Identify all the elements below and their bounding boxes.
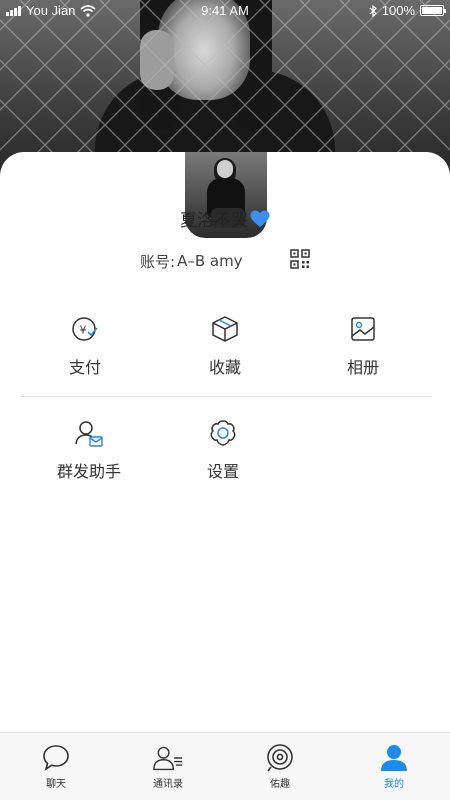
account-label: 账号: — [140, 252, 176, 271]
tab-me-label: 我的 — [384, 779, 404, 790]
account-id: A–B amy — [177, 252, 243, 270]
broadcast-assistant-icon — [75, 421, 103, 447]
qr-code-icon[interactable] — [290, 249, 310, 269]
feature-settings[interactable]: 设置 — [168, 418, 278, 482]
contacts-icon — [153, 746, 183, 771]
account-row: 账号: A–B amy — [140, 250, 243, 272]
settings-icon — [210, 420, 236, 446]
feature-favorites[interactable]: 收藏 — [170, 314, 280, 378]
tab-me[interactable]: 我的 — [338, 733, 450, 800]
feature-broadcast-assistant-label: 群发助手 — [56, 462, 121, 481]
tab-chat-label: 聊天 — [46, 779, 66, 790]
profile-nickname-row: 夏洛不哭 — [0, 206, 450, 231]
discover-icon — [267, 744, 293, 772]
tab-discover[interactable]: 佑趣 — [224, 733, 336, 800]
section-divider — [20, 396, 432, 397]
album-icon — [351, 317, 375, 341]
profile-nickname: 夏洛不哭 — [180, 211, 248, 231]
feature-favorites-label: 收藏 — [208, 358, 241, 377]
feature-settings-label: 设置 — [206, 462, 239, 481]
tab-chat[interactable]: 聊天 — [0, 733, 112, 800]
feature-album-label: 相册 — [346, 358, 379, 377]
svg-text:¥: ¥ — [80, 324, 87, 337]
status-bar: You Jian 9:41 AM 100% — [0, 0, 450, 20]
payment-icon: ¥ — [72, 317, 98, 341]
bluetooth-icon — [369, 4, 377, 17]
feature-album[interactable]: 相册 — [308, 314, 418, 378]
feature-payment-label: 支付 — [68, 358, 101, 377]
blue-heart-icon — [250, 210, 270, 227]
tab-contacts-label: 通讯录 — [153, 779, 183, 790]
me-icon — [381, 745, 407, 771]
tab-discover-label: 佑趣 — [270, 779, 290, 790]
feature-payment[interactable]: ¥ 支付 — [30, 314, 140, 378]
favorites-icon — [212, 316, 238, 342]
feature-broadcast-assistant[interactable]: 群发助手 — [34, 418, 144, 482]
tab-contacts[interactable]: 通讯录 — [112, 733, 224, 800]
bottom-tab-bar: 聊天 通讯录 佑趣 我的 — [0, 732, 450, 800]
battery-icon — [420, 5, 446, 16]
chat-icon — [43, 745, 69, 771]
battery-percentage: 100% — [381, 3, 415, 18]
